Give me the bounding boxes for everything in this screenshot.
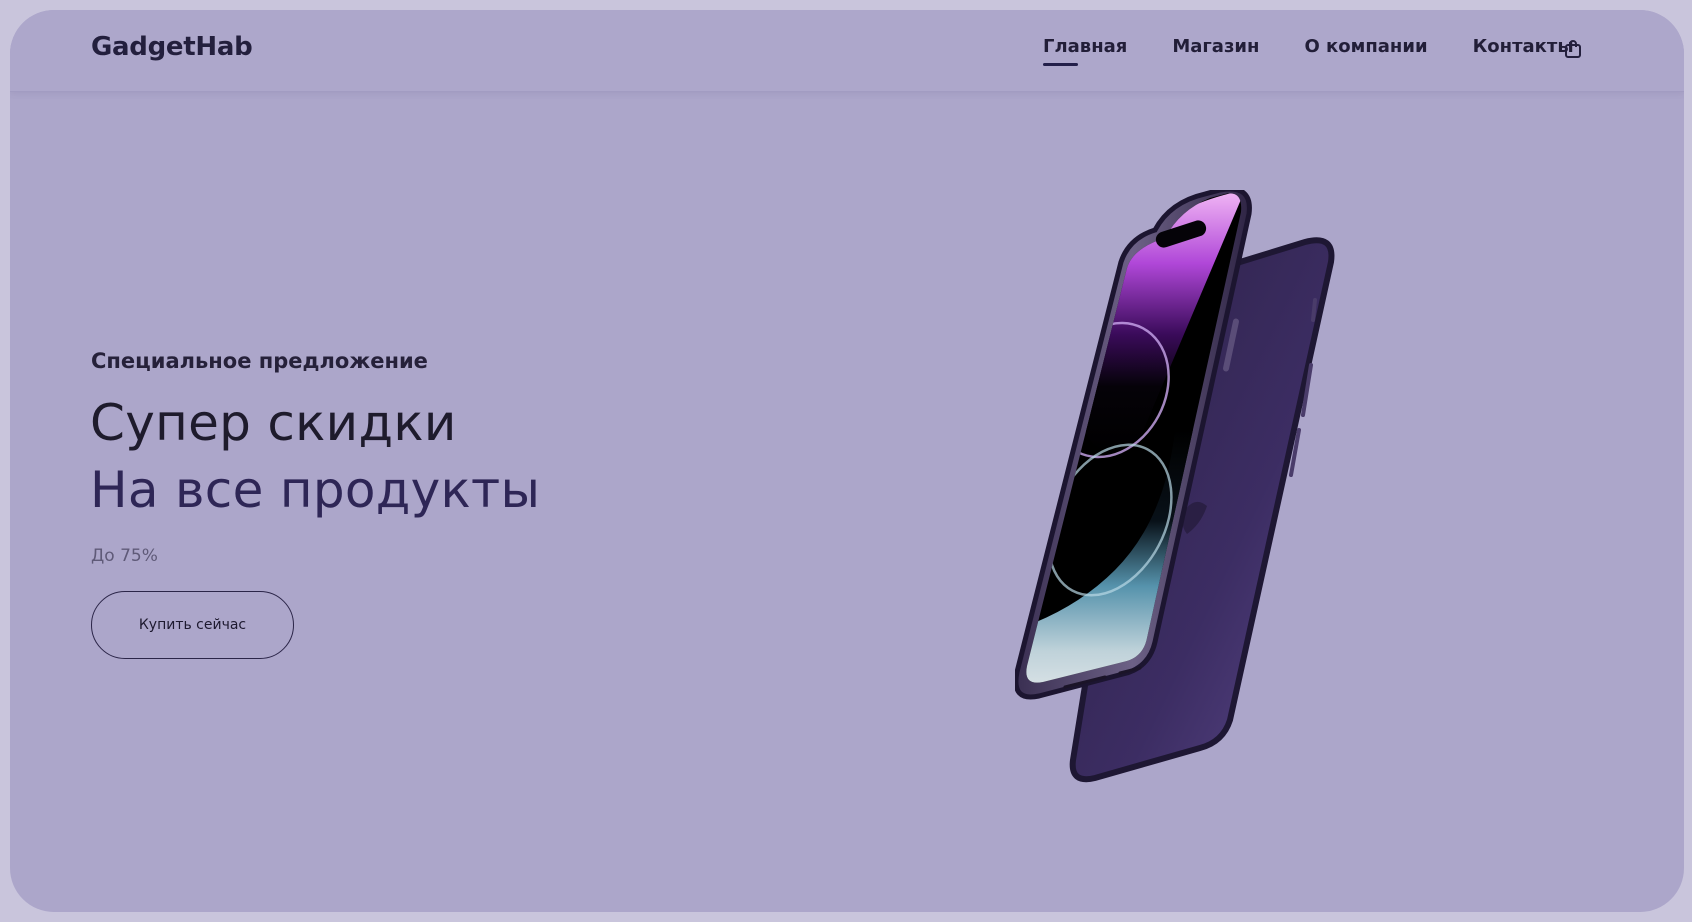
nav-item-about[interactable]: О компании [1304,36,1427,57]
site-header: GadgetHab Главная Магазин О компании Кон… [10,10,1684,92]
hero-title-line2: На все продукты [90,461,541,519]
hero-eyebrow: Специальное предложение [91,349,428,373]
page-frame: GadgetHab Главная Магазин О компании Кон… [10,10,1684,912]
main-nav: Главная Магазин О компании Контакты [1043,36,1574,66]
brand-logo[interactable]: GadgetHab [91,32,253,62]
shopping-bag-icon[interactable] [1562,38,1584,60]
smartphone-product-image [1013,186,1415,810]
hero-discount: До 75% [91,546,158,566]
nav-item-home[interactable]: Главная [1043,36,1127,66]
buy-now-button[interactable]: Купить сейчас [91,591,294,659]
nav-item-contacts[interactable]: Контакты [1473,36,1574,57]
nav-item-shop[interactable]: Магазин [1172,36,1259,57]
hero-title-line1: Супер скидки [90,394,457,452]
